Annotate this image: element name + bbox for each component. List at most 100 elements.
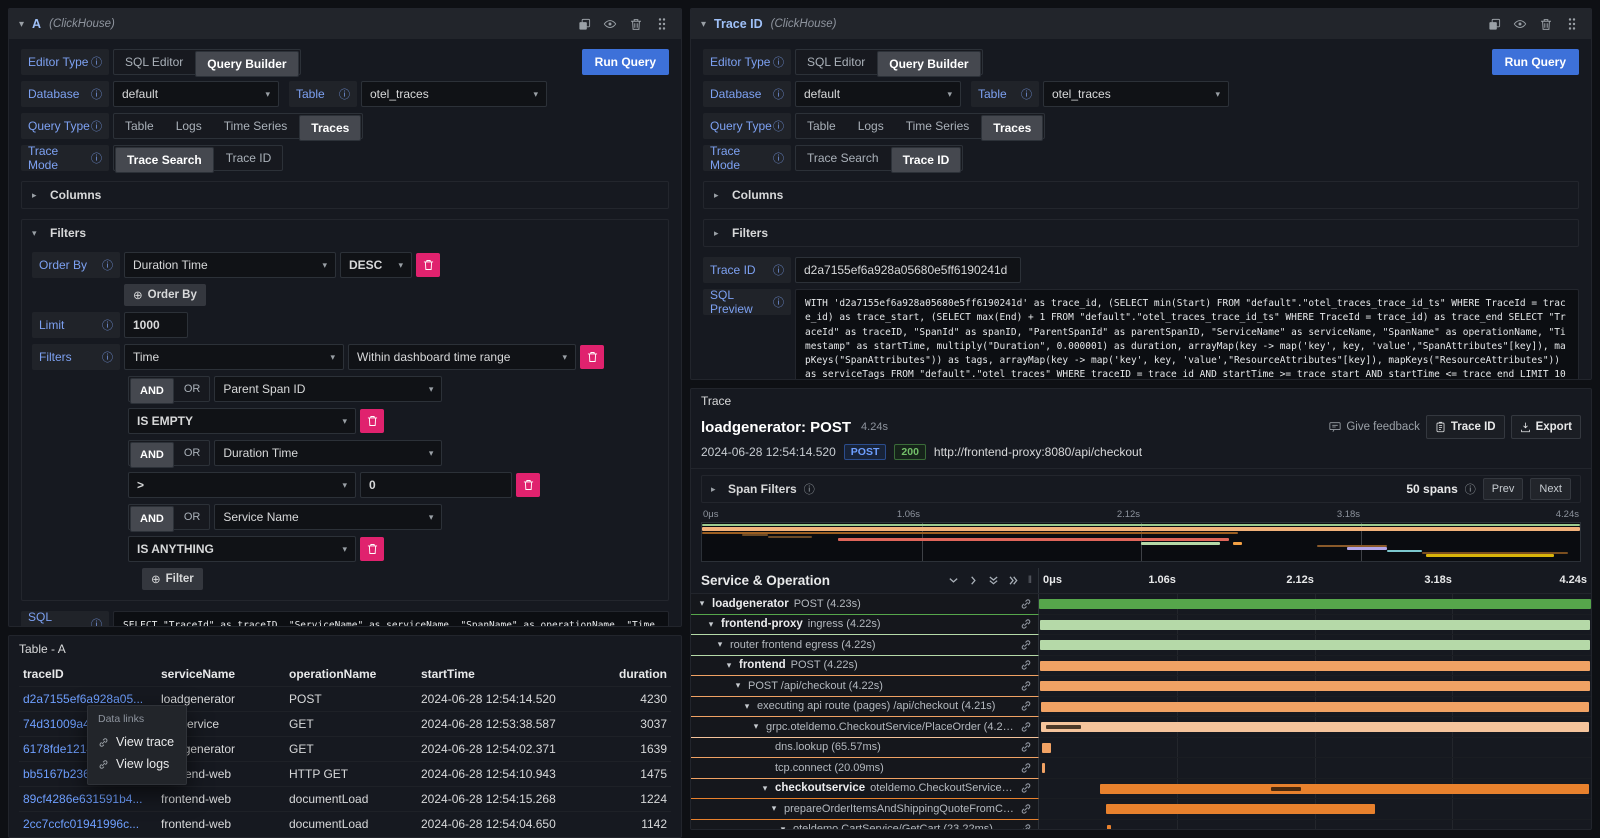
export-button[interactable]: Export (1511, 415, 1581, 439)
info-icon[interactable]: ⓘ (102, 257, 113, 273)
or-option[interactable]: OR (175, 377, 210, 401)
span-row[interactable]: ▾ frontend-proxy ingress (4.22s) (691, 615, 1591, 636)
remove-order-by-button[interactable] (416, 253, 440, 277)
run-query-button[interactable]: Run Query (1492, 49, 1579, 75)
trace-mode-search[interactable]: Trace Search (796, 146, 890, 170)
span-timeline-cell[interactable] (1039, 738, 1591, 759)
trace-id-link[interactable]: 89cf4286e631591b4... (19, 787, 157, 812)
span-name-cell[interactable]: ▾ prepareOrderItemsAndShippingQuoteFromC… (691, 799, 1039, 820)
remove-filter-button[interactable] (580, 345, 604, 369)
info-icon[interactable]: ⓘ (102, 349, 113, 365)
next-button[interactable]: Next (1530, 478, 1571, 500)
info-icon[interactable]: ⓘ (339, 86, 350, 102)
trace-id-input[interactable] (795, 257, 1021, 283)
query-header-traceid[interactable]: ▾ Trace ID (ClickHouse) (691, 9, 1591, 39)
span-timeline-cell[interactable] (1039, 717, 1591, 738)
trace-id-link[interactable]: 2cc7ccfc01941996c... (19, 812, 157, 837)
query-type-table[interactable]: Table (796, 114, 847, 138)
col-traceid[interactable]: traceID (19, 662, 157, 687)
remove-condition-button[interactable] (360, 537, 384, 561)
span-bar[interactable] (1040, 620, 1591, 630)
info-icon[interactable]: ⓘ (804, 481, 815, 497)
span-row[interactable]: ▾ grpc.oteldemo.CheckoutService/PlaceOrd… (691, 717, 1591, 738)
filters-section-header[interactable]: ▸Filters (714, 226, 1568, 240)
span-name-cell[interactable]: ▾ executing api route (pages) /api/check… (691, 697, 1039, 718)
or-option[interactable]: OR (175, 441, 210, 465)
span-link-icon[interactable] (1020, 782, 1038, 794)
span-bar[interactable] (1039, 599, 1591, 609)
span-bar[interactable] (1107, 825, 1111, 831)
col-servicename[interactable]: serviceName (157, 662, 285, 687)
order-by-field-select[interactable]: Duration Time▾ (124, 252, 336, 278)
and-option[interactable]: AND (130, 506, 174, 532)
span-timeline-cell[interactable] (1039, 656, 1591, 677)
span-collapse-caret[interactable]: ▾ (724, 660, 734, 671)
filter-value-select[interactable]: Within dashboard time range▾ (348, 344, 576, 370)
info-icon[interactable]: ⓘ (91, 54, 102, 70)
span-collapse-caret[interactable]: ▾ (742, 701, 752, 712)
table-select[interactable]: otel_traces▾ (361, 81, 547, 107)
table-panel-title[interactable]: Table - A (9, 636, 681, 662)
condition-operator-select[interactable]: >▾ (128, 472, 356, 498)
span-name-cell[interactable]: ▾ frontend POST (4.22s) (691, 656, 1039, 677)
give-feedback-button[interactable]: Give feedback (1329, 421, 1420, 433)
span-link-icon[interactable] (1020, 700, 1038, 712)
query-type-timeseries[interactable]: Time Series (213, 114, 299, 138)
columns-section-header[interactable]: ▸Columns (32, 188, 658, 202)
span-bar[interactable] (1040, 681, 1590, 691)
span-link-icon[interactable] (1020, 823, 1038, 830)
info-icon[interactable]: ⓘ (91, 616, 102, 627)
query-builder-option[interactable]: Query Builder (877, 51, 980, 77)
expand-one-icon[interactable] (968, 575, 979, 586)
table-row[interactable]: 2cc7ccfc01941996c... frontend-web docume… (19, 812, 671, 837)
span-name-cell[interactable]: ▾ checkoutservice oteldemo.CheckoutServi… (691, 779, 1039, 800)
span-row[interactable]: ▾ checkoutservice oteldemo.CheckoutServi… (691, 779, 1591, 800)
trace-panel-title[interactable]: Trace (691, 389, 1591, 413)
add-filter-button[interactable]: ⊕Filter (142, 568, 203, 590)
condition-field-select[interactable]: Duration Time▾ (214, 440, 442, 466)
condition-operator-select[interactable]: IS EMPTY▾ (128, 408, 356, 434)
limit-input[interactable] (124, 312, 188, 338)
span-link-icon[interactable] (1020, 639, 1038, 651)
span-row[interactable]: ▾ frontend POST (4.22s) (691, 656, 1591, 677)
condition-field-select[interactable]: Service Name▾ (214, 504, 442, 530)
span-name-cell[interactable]: ▾ tcp.connect (20.09ms) (691, 758, 1039, 779)
span-row[interactable]: ▾ loadgenerator POST (4.23s) (691, 594, 1591, 615)
columns-section-header[interactable]: ▸Columns (714, 188, 1568, 202)
query-type-traces[interactable]: Traces (299, 115, 361, 141)
collapse-caret-icon[interactable]: ▾ (701, 19, 706, 30)
span-row[interactable]: ▾ oteldemo.CartService/GetCart (23.22ms) (691, 820, 1591, 831)
span-collapse-caret[interactable]: ▾ (706, 619, 716, 630)
query-type-logs[interactable]: Logs (847, 114, 895, 138)
span-collapse-caret[interactable]: ▾ (715, 639, 725, 650)
span-timeline-cell[interactable] (1039, 758, 1591, 779)
info-icon[interactable]: ⓘ (91, 150, 102, 166)
column-resizer[interactable]: ‖ (1028, 575, 1032, 586)
delete-query-icon[interactable] (627, 15, 645, 33)
col-operationname[interactable]: operationName (285, 662, 417, 687)
expand-all-icon[interactable] (1008, 575, 1019, 586)
chevron-right-icon[interactable]: ▸ (711, 484, 721, 495)
condition-value-input[interactable] (360, 472, 512, 498)
span-bar[interactable] (1042, 763, 1045, 773)
span-name-cell[interactable]: ▾ dns.lookup (65.57ms) (691, 738, 1039, 759)
info-icon[interactable]: ⓘ (1021, 86, 1032, 102)
info-icon[interactable]: ⓘ (91, 118, 102, 134)
info-icon[interactable]: ⓘ (773, 294, 784, 310)
span-bar[interactable] (1041, 702, 1590, 712)
add-order-by-button[interactable]: ⊕Order By (124, 284, 206, 306)
run-query-button[interactable]: Run Query (582, 49, 669, 75)
query-type-table[interactable]: Table (114, 114, 165, 138)
collapse-one-icon[interactable] (948, 575, 959, 586)
query-type-logs[interactable]: Logs (165, 114, 213, 138)
and-option[interactable]: AND (130, 378, 174, 404)
minimap-canvas[interactable] (701, 522, 1581, 562)
span-collapse-caret[interactable]: ▾ (778, 824, 788, 830)
span-link-icon[interactable] (1020, 659, 1038, 671)
trace-mode-id[interactable]: Trace ID (891, 147, 962, 173)
span-timeline-cell[interactable] (1039, 799, 1591, 820)
info-icon[interactable]: ⓘ (1465, 481, 1476, 497)
span-collapse-caret[interactable]: ▾ (760, 783, 770, 794)
view-logs-link[interactable]: View logs (98, 753, 176, 775)
span-name-cell[interactable]: ▾ router frontend egress (4.22s) (691, 635, 1039, 656)
